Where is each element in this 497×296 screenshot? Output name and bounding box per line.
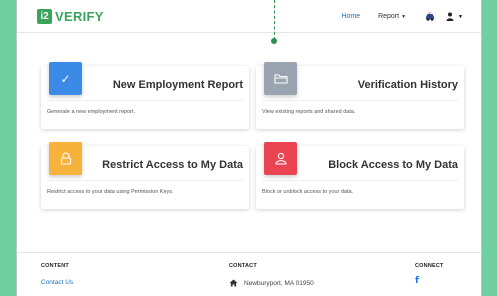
card-description: Generate a new employment report. [47, 109, 136, 115]
card-tile [49, 142, 82, 175]
nav-report-label: Report [378, 13, 400, 20]
user-icon [274, 152, 287, 165]
footer-heading: CONTACT [229, 263, 257, 269]
check-icon: ✓ [60, 71, 71, 86]
contact-address: Newburyport, MA 01950 [244, 279, 314, 287]
nav-links: Home Report ▼ ▼ [341, 0, 463, 33]
user-menu[interactable]: ▼ [446, 12, 463, 21]
divider [262, 100, 458, 101]
divider [262, 180, 458, 181]
card-block-access[interactable]: Block Access to My Data Block or unblock… [256, 142, 464, 209]
user-icon [446, 12, 454, 21]
card-tile [264, 142, 297, 175]
footer-heading: CONTENT [41, 263, 69, 269]
card-tile [264, 62, 297, 95]
nav-home-link[interactable]: Home [341, 13, 360, 20]
nav-report-dropdown[interactable]: Report ▼ [378, 13, 406, 20]
card-description: View existing reports and shared data. [262, 109, 356, 115]
caret-down-icon: ▼ [458, 13, 463, 20]
card-title: New Employment Report [112, 79, 243, 91]
footer-heading: CONNECT [415, 263, 444, 269]
top-navbar: i2 VERIFY Home Report ▼ ▼ [17, 0, 481, 33]
contact-us-link[interactable]: Contact Us [41, 279, 73, 286]
app-window: i2 VERIFY Home Report ▼ ▼ ✓ New Employme… [16, 0, 482, 296]
logo-text: VERIFY [55, 9, 104, 24]
folder-icon [273, 74, 288, 84]
card-title: Block Access to My Data [328, 159, 458, 171]
car-icon[interactable] [424, 12, 436, 21]
lock-icon [60, 152, 71, 165]
divider [47, 100, 243, 101]
card-verification-history[interactable]: Verification History View existing repor… [256, 62, 464, 129]
card-title: Verification History [357, 79, 458, 91]
logo[interactable]: i2 VERIFY [37, 9, 104, 24]
divider [47, 180, 243, 181]
card-restrict-access[interactable]: Restrict Access to My Data Restrict acce… [41, 142, 249, 209]
footer-connect-column: CONNECT f [415, 263, 444, 286]
home-icon [229, 279, 238, 287]
card-description: Restrict access to your data using Permi… [47, 189, 174, 195]
footer-contact-column: CONTACT Newburyport, MA 01950 [229, 263, 314, 287]
footer-content-column: CONTENT Contact Us [41, 263, 73, 286]
footer: CONTENT Contact Us CONTACT Newburyport, … [17, 252, 481, 296]
card-title: Restrict Access to My Data [102, 159, 243, 171]
logo-badge: i2 [37, 9, 52, 24]
facebook-icon[interactable]: f [415, 276, 419, 286]
card-description: Block or unblock access to your data. [262, 189, 354, 195]
connector-dot [271, 38, 277, 44]
caret-down-icon: ▼ [401, 14, 407, 20]
connector-line [274, 0, 275, 40]
card-tile: ✓ [49, 62, 82, 95]
card-new-employment-report[interactable]: ✓ New Employment Report Generate a new e… [41, 62, 249, 129]
